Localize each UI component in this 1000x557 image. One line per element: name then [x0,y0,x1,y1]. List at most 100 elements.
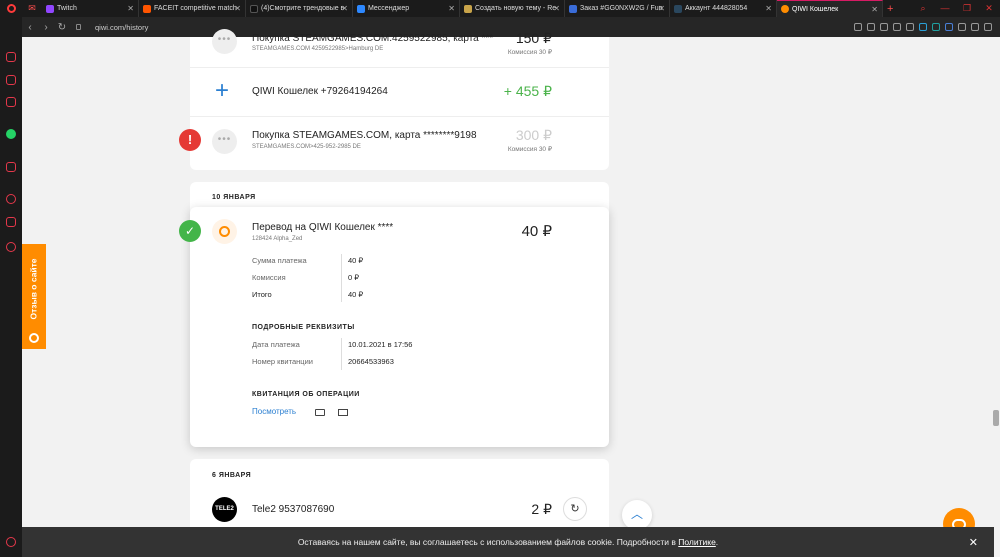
funpay-favicon-icon [569,4,577,13]
cookie-text-end: . [715,537,719,547]
transaction-title[interactable]: Перевод на QIWI Кошелек **** [252,222,393,233]
play-icon[interactable] [893,23,901,31]
mail-icon[interactable]: ✉ [22,0,42,17]
back-icon[interactable]: ‹ [22,22,38,33]
transaction-amount: + 455 ₽ [503,83,552,99]
menu-icon[interactable] [984,23,992,31]
settings-icon[interactable] [6,242,16,252]
steam-favicon-icon [674,4,682,13]
ext-icon[interactable] [945,23,953,31]
divider [190,116,609,117]
close-icon[interactable]: ✕ [448,4,455,13]
tab-label: Мессенджер [368,5,410,12]
success-status-icon: ✓ [179,220,201,242]
twitch-icon[interactable] [6,97,16,107]
block-icon[interactable] [880,23,888,31]
ext-icon[interactable] [932,23,940,31]
close-icon[interactable]: ✕ [765,4,772,13]
transaction-amount: 2 ₽ [531,501,552,517]
tab-forum[interactable]: Создать новую тему - Re ✕ [460,0,565,17]
new-tab-button[interactable]: + [883,0,903,17]
cube-icon[interactable] [971,23,979,31]
qiwi-logo-icon [29,333,39,343]
tab-twitch[interactable]: Twitch ✕ [42,0,139,17]
window-controls: ⌕ — ❐ ✕ [912,3,1000,14]
policy-link[interactable]: Политике [678,537,716,547]
feedback-label: Отзыв о сайте [29,258,40,320]
scrollbar-track [992,37,1000,527]
feedback-tab[interactable]: Отзыв о сайте [22,244,46,349]
transaction-title[interactable]: Tele2 9537087690 [252,504,334,515]
repeat-payment-button[interactable]: ↻ [563,497,587,521]
cube-icon[interactable] [6,217,16,227]
forward-icon[interactable]: › [38,22,54,33]
print-icon[interactable] [315,409,325,416]
close-icon[interactable]: ✕ [341,4,348,13]
opera-logo-icon[interactable] [0,0,22,17]
tab-tiktok[interactable]: (4)Смотрите трендовые в ✕ [246,0,353,17]
transaction-title[interactable]: Покупка STEAMGAMES.COM, карта ********91… [252,130,477,141]
tab-steam[interactable]: Аккаунт 444828054 ✕ [670,0,777,17]
details-label: Дата платежа [252,340,300,349]
transaction-amount: 40 ₽ [521,223,552,240]
whatsapp-icon[interactable] [6,129,16,139]
close-window-icon[interactable]: ✕ [978,3,1000,14]
shop-icon[interactable] [6,75,16,85]
close-icon[interactable]: ✕ [234,4,241,13]
qiwi-wallet-icon [212,219,237,244]
summary-value: 0 ₽ [348,273,360,282]
heart-icon[interactable] [906,23,914,31]
minimize-icon[interactable]: — [934,3,956,14]
summary-label: Комиссия [252,273,286,282]
speed-dial-icon[interactable] [6,52,16,62]
error-status-icon: ! [179,129,201,151]
twitch-favicon-icon [46,4,54,13]
tab-label: Создать новую тему - Re [475,5,557,12]
browser-sidebar [0,17,22,557]
close-icon[interactable]: ✕ [658,4,665,13]
tab-qiwi[interactable]: QIWI Кошелек ✕ [777,0,883,17]
cookie-banner: Оставаясь на нашем сайте, вы соглашаетес… [22,527,994,557]
transaction-subtitle: STEAMGAMES.COM 4259522985>Hamburg DE [252,46,384,52]
lock-icon[interactable] [76,24,81,30]
tab-funpay[interactable]: Заказ #GG0NXW2G / Fun ✕ [565,0,670,17]
view-receipt-link[interactable]: Посмотреть [252,407,296,416]
transaction-subtitle: 128424 Alpha_Zed [252,236,303,242]
more-icon[interactable] [6,537,16,547]
transaction-fee: Комиссия 30 ₽ [507,146,552,153]
camera-icon[interactable] [867,23,875,31]
details-label: Номер квитанции [252,357,313,366]
reload-icon[interactable]: ↻ [54,22,70,33]
cookie-text: Оставаясь на нашем сайте, вы соглашаетес… [297,537,676,547]
translate-icon[interactable] [854,23,862,31]
details-header: ПОДРОБНЫЕ РЕКВИЗИТЫ [252,324,355,331]
tab-faceit[interactable]: FACEIT competitive match ✕ [139,0,246,17]
player-icon[interactable] [6,162,16,172]
scroll-up-button[interactable]: ︿ [622,500,652,530]
tab-label: QIWI Кошелек [792,5,839,13]
download-icon[interactable] [958,23,966,31]
maximize-icon[interactable]: ❐ [956,3,978,14]
divider [341,254,342,302]
browser-tab-bar: ✉ Twitch ✕ FACEIT competitive match ✕ (4)С… [0,0,1000,17]
history-icon[interactable] [6,194,16,204]
qiwi-favicon-icon [781,5,789,13]
scrollbar-thumb[interactable] [993,410,999,426]
divider [190,67,609,68]
url-field[interactable]: qiwi.com/history [95,23,148,32]
faceit-favicon-icon [143,4,151,13]
expanded-transaction-card: ✓ Перевод на QIWI Кошелек **** 128424 Al… [179,207,609,447]
close-icon[interactable]: ✕ [127,4,134,13]
search-tabs-icon[interactable]: ⌕ [912,3,934,14]
date-header: 10 ЯНВАРЯ [212,194,256,201]
tab-messenger[interactable]: Мессенджер ✕ [353,0,460,17]
close-icon[interactable]: ✕ [871,5,878,14]
email-icon[interactable] [338,409,348,416]
ext-icon[interactable] [919,23,927,31]
close-icon[interactable]: ✕ [553,4,560,13]
tab-label: FACEIT competitive match [154,5,237,12]
transaction-title[interactable]: QIWI Кошелек +79264194264 [252,86,388,97]
close-icon[interactable]: ✕ [969,536,978,549]
plus-icon: + [215,77,230,104]
divider [341,338,342,370]
